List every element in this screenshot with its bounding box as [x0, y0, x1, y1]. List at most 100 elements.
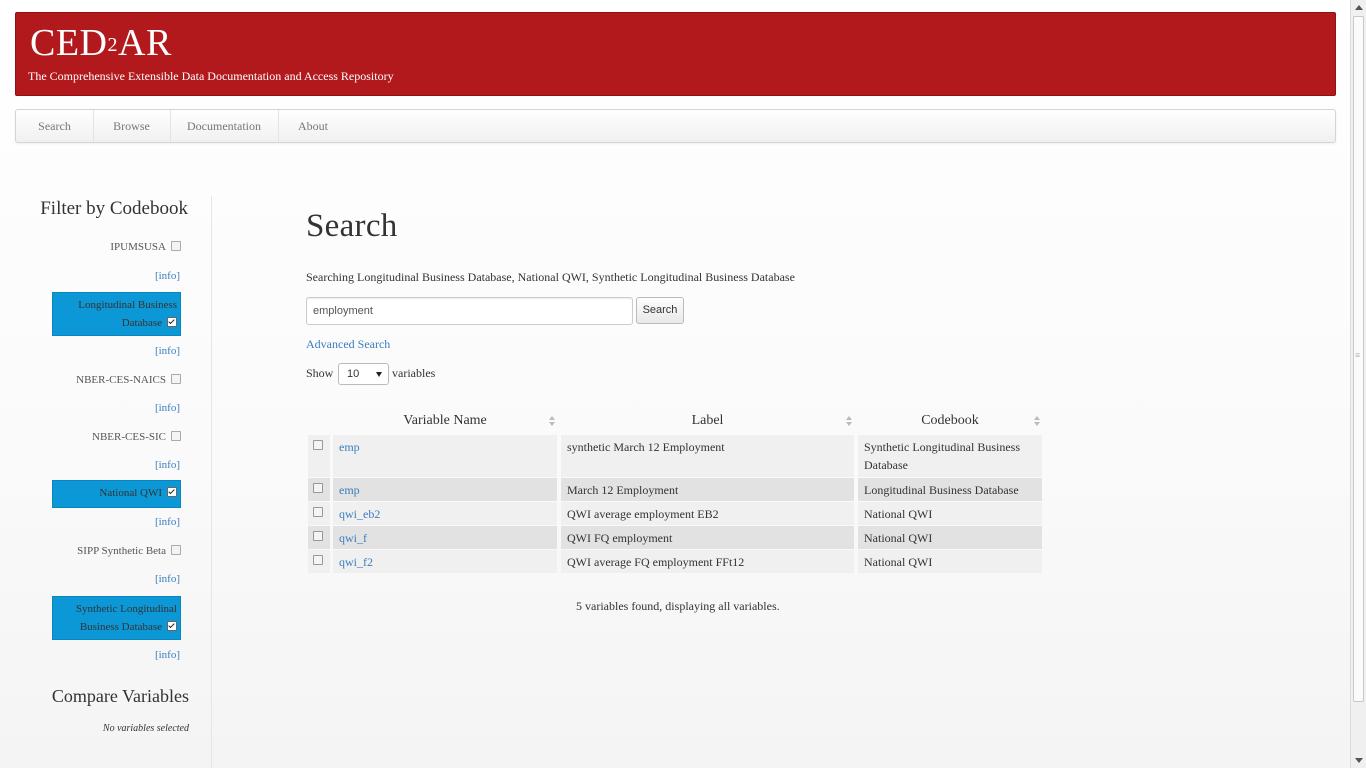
- column-header-label[interactable]: Label: [561, 410, 854, 432]
- codebook-name: National QWI: [99, 487, 162, 499]
- page-title: Search: [306, 208, 398, 244]
- advanced-search-link[interactable]: Advanced Search: [306, 337, 390, 352]
- variable-link[interactable]: emp: [339, 440, 360, 454]
- logo-superscript: 2: [107, 34, 118, 56]
- info-link-sipp-synthetic-beta[interactable]: [info]: [155, 573, 180, 585]
- row-checkbox[interactable]: [313, 483, 323, 493]
- sort-icon: [846, 416, 852, 426]
- scroll-thumb[interactable]: [1353, 16, 1364, 702]
- nav-search[interactable]: Search: [16, 110, 94, 142]
- row-checkbox[interactable]: [313, 555, 323, 565]
- scroll-up-icon[interactable]: [1351, 0, 1366, 15]
- variable-name-cell: qwi_eb2: [333, 502, 557, 525]
- row-checkbox-cell: [308, 502, 330, 525]
- page-scrollbar[interactable]: [1350, 0, 1366, 768]
- variables-label: variables: [392, 366, 436, 380]
- row-checkbox-cell: [308, 526, 330, 549]
- column-header-label: Variable Name: [403, 413, 487, 428]
- column-header-label: Label: [691, 413, 724, 428]
- compare-variables-title: Compare Variables: [51, 686, 189, 706]
- codebook-name: SIPP Synthetic Beta: [77, 545, 166, 557]
- row-checkbox[interactable]: [313, 531, 323, 541]
- column-header-codebook[interactable]: Codebook: [858, 410, 1042, 432]
- codebook-cell: National QWI: [858, 502, 1042, 525]
- site-tagline: The Comprehensive Extensible Data Docume…: [28, 69, 394, 83]
- info-link-nber-ces-sic[interactable]: [info]: [155, 459, 180, 471]
- variable-link[interactable]: qwi_eb2: [339, 507, 380, 521]
- codebook-filter-nber-ces-sic[interactable]: NBER-CES-SIC: [92, 428, 181, 446]
- logo-text-end: AR: [118, 22, 172, 64]
- main-navbar: Search Browse Documentation About: [15, 109, 1336, 143]
- label-cell: QWI average employment EB2: [561, 502, 854, 525]
- site-logo[interactable]: CED2AR: [30, 21, 172, 65]
- sort-icon: [549, 416, 555, 426]
- row-checkbox[interactable]: [313, 507, 323, 517]
- chevron-down-icon: [376, 372, 382, 377]
- variable-name-cell: emp: [333, 435, 557, 477]
- page-size-select[interactable]: 10: [338, 363, 389, 385]
- nav-about[interactable]: About: [278, 110, 348, 142]
- label-cell: QWI FQ employment: [561, 526, 854, 549]
- searching-description: Searching Longitudinal Business Database…: [306, 270, 795, 284]
- codebook-cell: National QWI: [858, 550, 1042, 573]
- codebook-checkbox[interactable]: [171, 431, 181, 442]
- label-cell: March 12 Employment: [561, 478, 854, 501]
- codebook-checkbox[interactable]: [171, 545, 181, 556]
- info-link-synlbd[interactable]: [info]: [155, 649, 180, 661]
- sidebar-divider: [211, 196, 212, 768]
- codebook-filter-nber-ces-naics[interactable]: NBER-CES-NAICS: [76, 371, 181, 389]
- codebook-name: NBER-CES-NAICS: [76, 374, 166, 386]
- sort-icon: [1034, 416, 1040, 426]
- scroll-down-icon[interactable]: [1351, 753, 1366, 768]
- variable-link[interactable]: qwi_f2: [339, 555, 373, 569]
- row-checkbox-cell: [308, 435, 330, 477]
- codebook-cell: Synthetic Longitudinal Business Database: [858, 435, 1042, 477]
- codebook-name-line1: Longitudinal Business: [78, 299, 177, 311]
- codebook-checkbox[interactable]: [167, 487, 177, 498]
- codebook-checkbox[interactable]: [171, 241, 181, 252]
- page-size-value: 10: [347, 368, 360, 380]
- variable-name-cell: qwi_f: [333, 526, 557, 549]
- codebook-filter-national-qwi[interactable]: National QWI: [52, 480, 181, 508]
- info-link-nber-ces-naics[interactable]: [info]: [155, 402, 180, 414]
- results-summary: 5 variables found, displaying all variab…: [576, 599, 780, 613]
- codebook-cell: Longitudinal Business Database: [858, 478, 1042, 501]
- nav-browse[interactable]: Browse: [93, 110, 171, 142]
- codebook-name-line2: Business Database: [79, 621, 162, 633]
- codebook-line1: Synthetic Longitudinal Business: [864, 440, 1020, 454]
- codebook-checkbox[interactable]: [171, 374, 181, 385]
- filter-title: Filter by Codebook: [40, 198, 188, 219]
- label-cell: synthetic March 12 Employment: [561, 435, 854, 477]
- variable-link[interactable]: qwi_f: [339, 531, 367, 545]
- row-checkbox[interactable]: [313, 440, 323, 450]
- codebook-checkbox[interactable]: [167, 317, 177, 328]
- info-link-ipumsusa[interactable]: [info]: [155, 270, 180, 282]
- info-link-national-qwi[interactable]: [info]: [155, 516, 180, 528]
- codebook-line2: Database: [864, 458, 908, 472]
- column-header-label: Codebook: [921, 413, 979, 428]
- info-link-lbd[interactable]: [info]: [155, 345, 180, 357]
- variable-link[interactable]: emp: [339, 483, 360, 497]
- logo-text-start: CED: [30, 22, 108, 64]
- codebook-name: NBER-CES-SIC: [92, 431, 166, 443]
- label-cell: QWI average FQ employment FFt12: [561, 550, 854, 573]
- nav-documentation[interactable]: Documentation: [170, 110, 279, 142]
- codebook-checkbox[interactable]: [167, 621, 177, 632]
- variable-name-cell: emp: [333, 478, 557, 501]
- codebook-filter-sipp-synthetic-beta[interactable]: SIPP Synthetic Beta: [77, 542, 181, 560]
- codebook-name-line2: Database: [121, 317, 162, 329]
- row-checkbox-cell: [308, 478, 330, 501]
- search-input[interactable]: [306, 297, 633, 325]
- column-header-variable-name[interactable]: Variable Name: [333, 410, 557, 432]
- codebook-filter-synlbd[interactable]: Synthetic Longitudinal Business Database: [52, 596, 181, 640]
- codebook-filter-lbd[interactable]: Longitudinal Business Database: [52, 292, 181, 336]
- compare-empty-message: No variables selected: [102, 723, 189, 734]
- header-banner: CED2AR The Comprehensive Extensible Data…: [15, 12, 1336, 96]
- codebook-cell: National QWI: [858, 526, 1042, 549]
- codebook-name: IPUMSUSA: [110, 241, 166, 253]
- row-checkbox-cell: [308, 550, 330, 573]
- show-label: Show: [306, 366, 334, 380]
- search-button[interactable]: Search: [636, 297, 684, 324]
- variable-name-cell: qwi_f2: [333, 550, 557, 573]
- codebook-filter-ipumsusa[interactable]: IPUMSUSA: [110, 238, 181, 256]
